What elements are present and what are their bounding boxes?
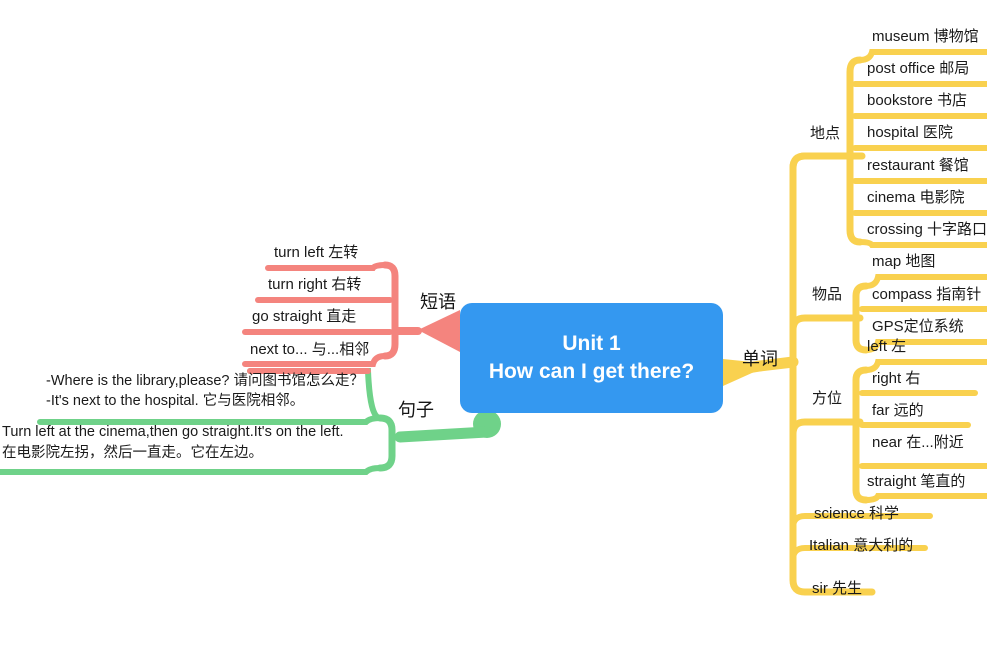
branch-label-phrases[interactable]: 短语 (420, 293, 456, 311)
leaf-science[interactable]: science 科学 (814, 505, 899, 523)
sentences-bracket (376, 414, 396, 472)
leaf-far[interactable]: far 远的 (872, 402, 924, 420)
group-label-objects[interactable]: 物品 (812, 286, 842, 304)
sentences-item-line-1-bottom (0, 465, 383, 475)
leaf-sir[interactable]: sir 先生 (812, 580, 862, 598)
sentence-item-0-line1[interactable]: -Where is the library,please? 请问图书馆怎么走？ (46, 371, 364, 391)
sentence-item-1-line2[interactable]: 在电影院左拐，然后一直走。它在左边。 (2, 443, 263, 463)
leaf-map[interactable]: map 地图 (872, 253, 935, 271)
leaf-next-to[interactable]: next to... 与...相邻 (250, 341, 369, 359)
phrases-bracket (381, 261, 399, 360)
objects-group-connector (789, 314, 854, 334)
mindmap-canvas: Unit 1 How can I get there? 单词 短语 句子 地点 … (0, 0, 987, 647)
group-label-directions[interactable]: 方位 (812, 390, 842, 408)
leaf-restaurant[interactable]: restaurant 餐馆 (867, 157, 969, 175)
sentences-trunk-connector (394, 426, 493, 443)
places-group-connector (789, 152, 859, 172)
leaf-post-office[interactable]: post office 邮局 (867, 60, 969, 78)
directions-bracket (852, 366, 870, 504)
leaf-turn-right[interactable]: turn right 右转 (268, 276, 361, 294)
objects-item-line-0 (863, 274, 987, 289)
places-item-line-0 (857, 49, 987, 63)
leaf-go-straight[interactable]: go straight 直走 (252, 308, 356, 326)
sentence-item-0-line2[interactable]: -It's next to the hospital. 它与医院相邻。 (46, 391, 304, 411)
leaf-turn-left[interactable]: turn left 左转 (274, 244, 358, 262)
phrases-trunk-wedge (418, 310, 460, 352)
leaf-crossing[interactable]: crossing 十字路口 (867, 221, 987, 239)
leaf-museum[interactable]: museum 博物馆 (872, 28, 979, 46)
leaf-hospital[interactable]: hospital 医院 (867, 124, 953, 142)
directions-item-line-0 (863, 359, 987, 373)
center-node-title: Unit 1 How can I get there? (488, 332, 695, 383)
center-node[interactable]: Unit 1 How can I get there? (460, 303, 723, 413)
directions-item-line-4 (863, 493, 987, 503)
leaf-left[interactable]: left 左 (867, 338, 906, 356)
leaf-right[interactable]: right 右 (872, 370, 920, 388)
sentence-item-1-line1[interactable]: Turn left at the cinema,then go straight… (2, 422, 344, 442)
directions-group-connector (789, 418, 851, 438)
branch-label-sentences[interactable]: 句子 (398, 401, 434, 419)
leaf-near[interactable]: near 在...附近 (872, 434, 964, 452)
group-label-places[interactable]: 地点 (810, 125, 840, 143)
branch-label-words[interactable]: 单词 (742, 350, 778, 368)
leaf-gps[interactable]: GPS定位系统 (872, 318, 964, 336)
leaf-straight[interactable]: straight 笔直的 (867, 473, 965, 491)
phrases-item-line-0 (265, 262, 388, 271)
leaf-cinema[interactable]: cinema 电影院 (867, 189, 965, 207)
leaf-compass[interactable]: compass 指南针 (872, 286, 981, 304)
places-item-line-6 (857, 239, 987, 248)
leaf-bookstore[interactable]: bookstore 书店 (867, 92, 967, 110)
leaf-italian[interactable]: Italian 意大利的 (809, 537, 913, 555)
